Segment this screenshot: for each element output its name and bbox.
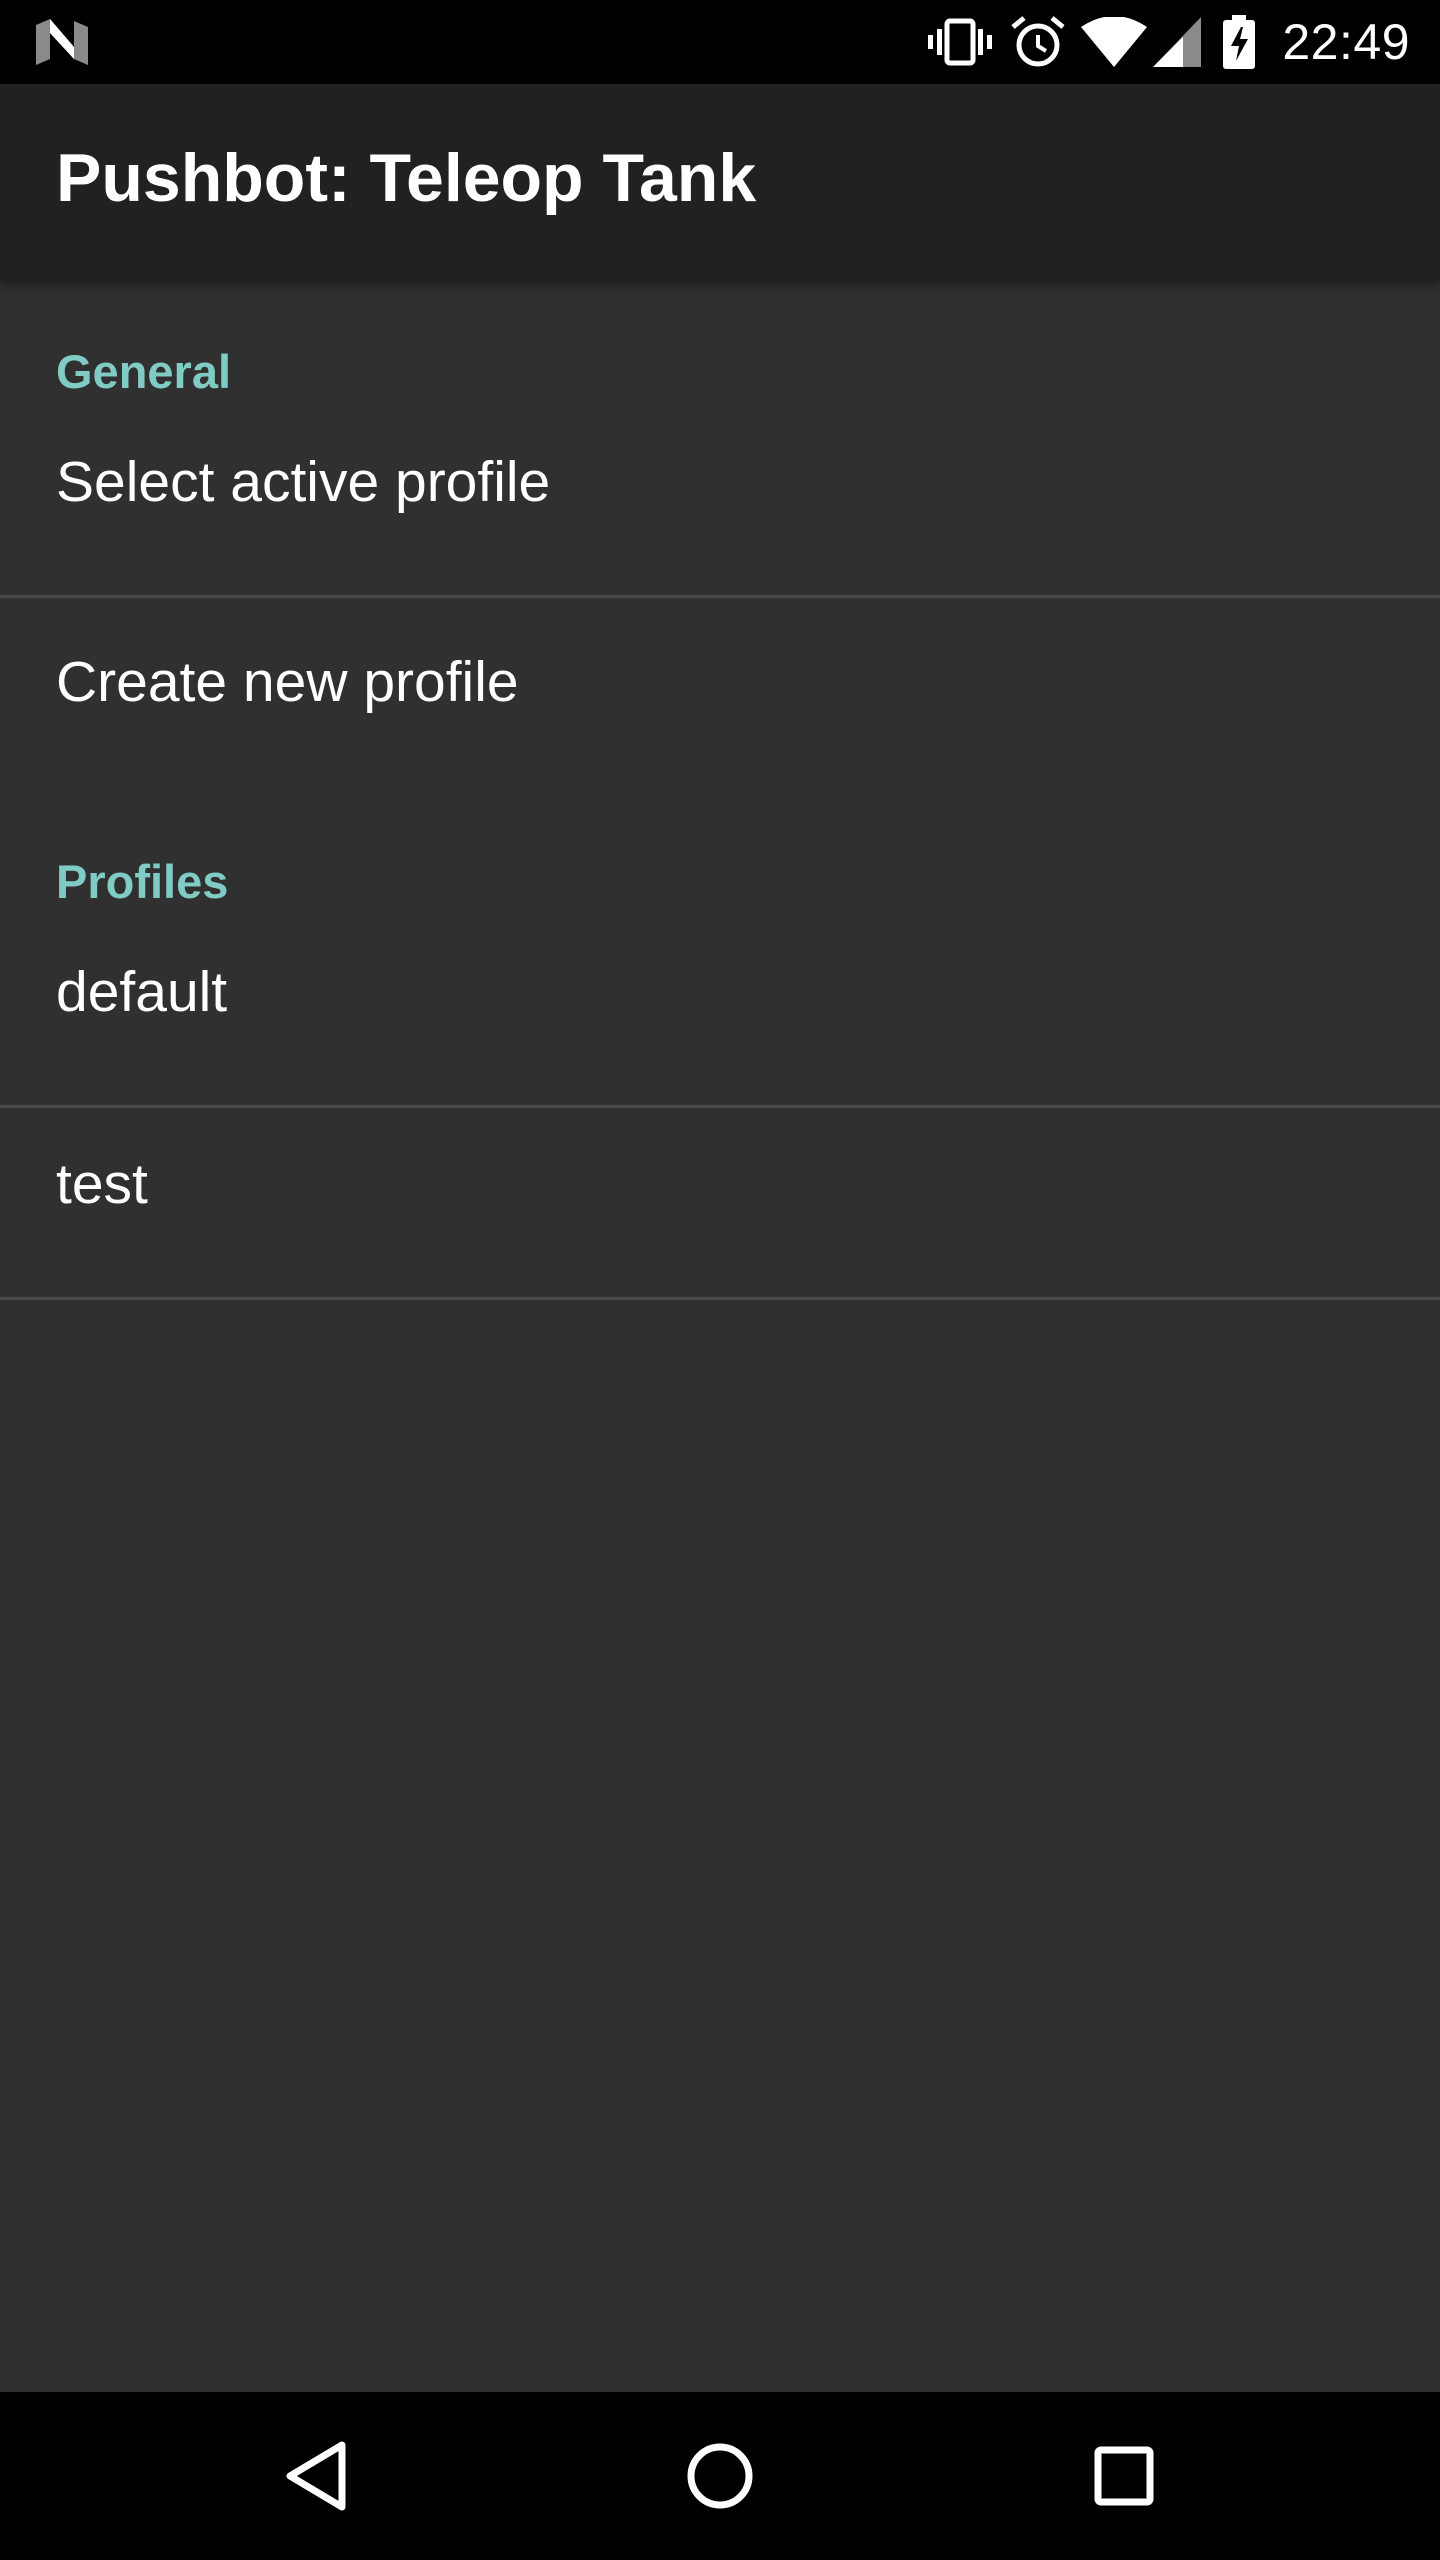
status-icons: 22:49 <box>924 0 1410 84</box>
pref-label: default <box>56 960 228 1024</box>
app-title: Pushbot: Teleop Tank <box>56 140 757 216</box>
recents-icon <box>1094 2446 1154 2506</box>
home-icon <box>687 2443 753 2509</box>
pref-label: Create new profile <box>56 650 519 714</box>
screen: 22:49 Pushbot: Teleop Tank General Selec… <box>0 0 1440 2560</box>
section-header-profiles: Profiles <box>56 855 229 908</box>
n-logo-icon <box>36 19 88 65</box>
status-bar: 22:49 <box>0 0 1440 84</box>
profile-item-default[interactable]: default <box>0 944 1440 1108</box>
alarm-icon <box>1002 12 1074 72</box>
nav-bar <box>0 2392 1440 2560</box>
recents-button[interactable] <box>1024 2392 1224 2560</box>
app-bar: Pushbot: Teleop Tank <box>0 84 1440 280</box>
pref-label: Select active profile <box>56 450 551 514</box>
profile-item-test[interactable]: test <box>0 1108 1440 1297</box>
vibrate-icon <box>924 12 996 72</box>
section-header-general: General <box>56 345 232 398</box>
pref-select-active-profile[interactable]: Select active profile <box>0 434 1440 598</box>
status-time: 22:49 <box>1282 14 1410 70</box>
wifi-icon <box>1078 12 1150 72</box>
signal-icon <box>1150 12 1204 72</box>
battery-charging-icon <box>1214 12 1264 72</box>
pref-label: test <box>56 1152 148 1216</box>
back-icon <box>286 2441 346 2511</box>
pref-create-new-profile[interactable]: Create new profile <box>0 598 1440 790</box>
home-button[interactable] <box>620 2392 820 2560</box>
divider <box>0 1297 1440 1300</box>
back-button[interactable] <box>216 2392 416 2560</box>
